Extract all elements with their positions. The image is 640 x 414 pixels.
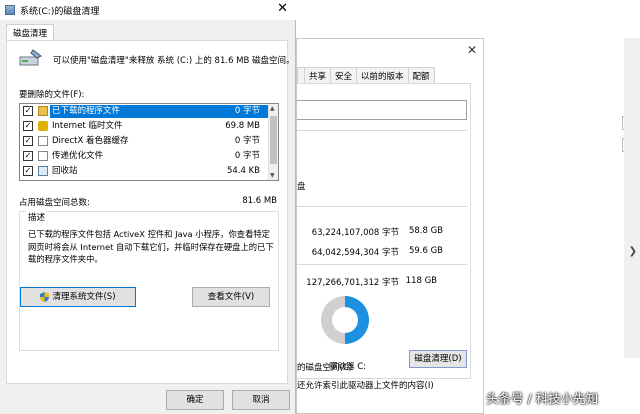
disk-label: 盘 <box>297 182 306 192</box>
recycle-bin-icon <box>38 166 48 176</box>
index-drive-label[interactable]: 还允许索引此驱动器上文件的内容(I) <box>297 379 434 391</box>
drive-name-input[interactable] <box>297 100 467 120</box>
checkbox[interactable]: ✓ <box>23 121 33 131</box>
watermark: 头条号 / 科技小先知 <box>486 391 599 406</box>
tab-disk-cleanup[interactable]: 磁盘清理 <box>6 24 55 41</box>
disk-cleanup-dialog: 系统(C:)的磁盘清理 ✕ 磁盘清理 可以使用"磁盘清理"来释放 系统 (C:)… <box>0 0 296 414</box>
files-list[interactable]: ✓ 已下载的程序文件 0 字节 ✓ Internet 临时文件 69.8 MB … <box>19 103 279 181</box>
total-value: 81.6 MB <box>242 196 277 206</box>
checkbox[interactable]: ✓ <box>23 106 33 116</box>
properties-tabs: 共享 安全 以前的版本 配额 <box>297 67 435 83</box>
ok-button[interactable]: 确定 <box>166 390 224 410</box>
list-item[interactable]: ✓ 已下载的程序文件 0 字节 <box>20 105 270 118</box>
close-icon[interactable]: ✕ <box>277 1 288 16</box>
scroll-thumb[interactable] <box>270 116 277 164</box>
divider <box>297 206 467 207</box>
description-label: 描述 <box>26 211 48 223</box>
explorer-background: ◈ ❯ <box>484 38 640 414</box>
file-icon <box>38 136 48 146</box>
list-scrollbar[interactable]: ▲ ▼ <box>268 104 278 180</box>
free-bytes: 64,042,594,304 字节 <box>311 248 399 258</box>
list-item[interactable]: ✓ 回收站 54.4 KB <box>20 165 270 178</box>
file-size: 0 字节 <box>234 106 260 116</box>
free-gb: 59.6 GB <box>408 246 443 256</box>
scrollbar[interactable] <box>624 38 640 358</box>
close-icon[interactable]: ✕ <box>467 43 477 57</box>
used-bytes: 63,224,107,008 字节 <box>311 228 399 238</box>
drive-properties-window: ✕ 共享 安全 以前的版本 配额 盘 63,224,107,008 字节 58.… <box>296 38 484 414</box>
tab-security[interactable]: 安全 <box>330 67 358 83</box>
properties-panel: 盘 63,224,107,008 字节 58.8 GB 64,042,594,3… <box>297 83 471 379</box>
dialog-tabs: 磁盘清理 <box>6 24 55 41</box>
file-size: 69.8 MB <box>225 121 260 131</box>
description-group: 描述 已下载的程序文件包括 ActiveX 控件和 Java 小程序，你查看特定… <box>19 211 279 351</box>
view-files-button[interactable]: 查看文件(V) <box>192 287 270 307</box>
total-label: 占用磁盘空间总数: <box>19 198 90 208</box>
total-space-row: 占用磁盘空间总数: 81.6 MB <box>19 196 277 208</box>
disk-cleanup-app-icon <box>5 5 15 15</box>
list-item[interactable]: ✓ DirectX 着色器缓存 0 字节 <box>20 135 270 148</box>
disk-cleanup-icon <box>19 49 42 66</box>
file-size: 0 字节 <box>234 136 260 146</box>
lock-icon <box>38 121 48 131</box>
used-gb: 58.8 GB <box>408 226 443 236</box>
divider <box>297 130 467 131</box>
disk-usage-donut <box>321 296 369 344</box>
cleanup-intro-text: 可以使用"磁盘清理"来释放 系统 (C:) 上的 81.6 MB 磁盘空间。 <box>53 56 295 66</box>
checkbox[interactable]: ✓ <box>23 136 33 146</box>
file-size: 0 字节 <box>234 151 260 161</box>
clean-system-files-label: 清理系统文件(S) <box>52 292 116 302</box>
disk-cleanup-button[interactable]: 磁盘清理(D) <box>409 350 467 368</box>
tab-previous-versions[interactable]: 以前的版本 <box>356 67 409 83</box>
capacity-gb: 118 GB <box>405 276 437 286</box>
compress-drive-label[interactable]: 的磁盘空间(C) <box>297 361 352 373</box>
file-icon <box>38 151 48 161</box>
cancel-button[interactable]: 取消 <box>232 390 290 410</box>
folder-icon <box>38 106 48 116</box>
description-text: 已下载的程序文件包括 ActiveX 控件和 Java 小程序，你查看特定网页时… <box>28 229 274 264</box>
checkbox[interactable]: ✓ <box>23 151 33 161</box>
chevron-right-icon[interactable]: ❯ <box>629 246 637 257</box>
tab-share[interactable]: 共享 <box>304 67 332 83</box>
divider <box>297 264 467 265</box>
capacity-bytes: 127,266,701,312 字节 <box>306 278 399 288</box>
window-title: 系统(C:)的磁盘清理 <box>20 7 100 17</box>
file-size: 54.4 KB <box>226 166 260 176</box>
title-bar: 系统(C:)的磁盘清理 ✕ <box>0 0 296 20</box>
shield-icon <box>40 291 50 302</box>
scroll-up-icon[interactable]: ▲ <box>270 105 275 112</box>
checkbox[interactable]: ✓ <box>23 166 33 176</box>
clean-system-files-button[interactable]: 清理系统文件(S) <box>20 287 136 307</box>
list-item[interactable]: ✓ Internet 临时文件 69.8 MB <box>20 120 270 133</box>
scroll-down-icon[interactable]: ▼ <box>270 172 275 179</box>
list-item[interactable]: ✓ 传递优化文件 0 字节 <box>20 150 270 163</box>
dialog-content: 可以使用"磁盘清理"来释放 系统 (C:) 上的 81.6 MB 磁盘空间。 要… <box>6 40 295 384</box>
tab-quota[interactable]: 配额 <box>407 67 435 83</box>
files-to-delete-label: 要删除的文件(F): <box>19 90 85 100</box>
